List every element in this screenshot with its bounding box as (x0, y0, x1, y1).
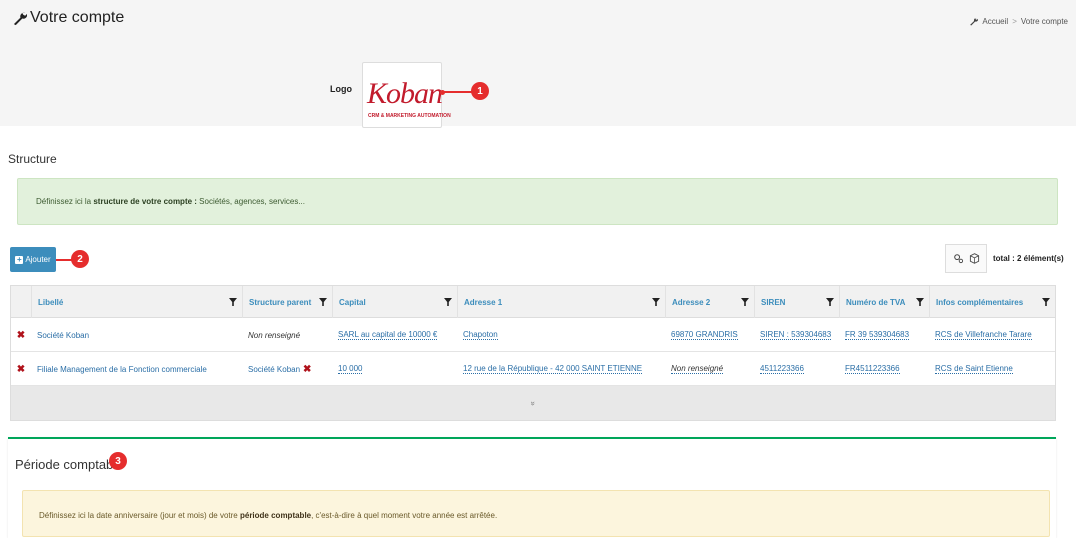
cell-tva[interactable]: FR4511223366 (839, 352, 929, 386)
cell-adresse2[interactable]: Non renseigné (665, 352, 754, 386)
cell-adresse1[interactable]: Chapoton (457, 318, 665, 352)
cell-capital[interactable]: 10 000 (332, 352, 457, 386)
table-row: ✖ Société Koban Non renseigné SARL au ca… (11, 318, 1055, 352)
cell-infos[interactable]: RCS de Saint Etienne (929, 352, 1055, 386)
structure-info-alert: Définissez ici la structure de votre com… (17, 178, 1058, 225)
breadcrumb-home-link[interactable]: Accueil (982, 17, 1008, 26)
column-header-parent[interactable]: Structure parent (242, 286, 332, 318)
gears-icon[interactable] (953, 253, 964, 264)
column-header-tva[interactable]: Numéro de TVA (839, 286, 929, 318)
table-row: ✖ Filiale Management de la Fonction comm… (11, 352, 1055, 386)
wrench-icon (970, 18, 979, 26)
filter-icon[interactable] (1042, 298, 1050, 306)
callout-2: 2 (71, 250, 89, 268)
filter-icon[interactable] (652, 298, 660, 306)
breadcrumb-separator: > (1012, 17, 1017, 26)
cell-siren[interactable]: SIREN : 539304683 (754, 318, 839, 352)
periode-panel: Période comptable Définissez ici la date… (8, 437, 1056, 538)
column-header-capital[interactable]: Capital (332, 286, 457, 318)
cell-libelle[interactable]: Filiale Management de la Fonction commer… (31, 352, 242, 386)
filter-icon[interactable] (319, 298, 327, 306)
cell-parent[interactable]: Non renseigné (242, 318, 332, 352)
plus-icon: + (15, 254, 24, 264)
page-header: Votre compte Accueil > Votre compte (0, 0, 1076, 46)
structure-table: Libellé Structure parent Capital Adresse… (10, 285, 1056, 421)
callout-3: 3 (109, 452, 127, 470)
add-button[interactable]: + Ajouter (10, 247, 56, 272)
grid-tools (945, 244, 987, 273)
wrench-icon (13, 12, 27, 25)
periode-info-alert: Définissez ici la date anniversaire (jou… (22, 490, 1050, 537)
box-icon[interactable] (969, 253, 980, 264)
filter-icon[interactable] (741, 298, 749, 306)
cell-siren[interactable]: 4511223366 (754, 352, 839, 386)
column-header-libelle[interactable]: Libellé (31, 286, 242, 318)
filter-icon[interactable] (916, 298, 924, 306)
cell-parent[interactable]: Société Koban ✖ (242, 352, 332, 386)
page-title: Votre compte (12, 9, 124, 27)
cell-tva[interactable]: FR 39 539304683 (839, 318, 929, 352)
column-header-infos[interactable]: Infos complémentaires (929, 286, 1055, 318)
column-header-adresse2[interactable]: Adresse 2 (665, 286, 754, 318)
structure-info-text: Définissez ici la structure de votre com… (36, 197, 305, 206)
logo-brand: Koban (367, 77, 443, 110)
structure-title: Structure (8, 152, 57, 166)
cell-adresse1[interactable]: 12 rue de la République - 42 000 SAINT E… (457, 352, 665, 386)
cell-adresse2[interactable]: 69870 GRANDRIS (665, 318, 754, 352)
logo-upload[interactable]: Koban CRM & MARKETING AUTOMATION (362, 62, 451, 128)
logo-label: Logo (330, 84, 352, 94)
callout-line (443, 91, 473, 93)
expand-button[interactable]: » (11, 386, 1055, 420)
expand-icon: » (528, 400, 538, 406)
column-header-adresse1[interactable]: Adresse 1 (457, 286, 665, 318)
periode-info-text: Définissez ici la date anniversaire (jou… (39, 511, 498, 520)
page-title-text: Votre compte (30, 9, 125, 26)
filter-icon[interactable] (444, 298, 452, 306)
callout-line (56, 259, 72, 261)
cell-libelle[interactable]: Société Koban (31, 318, 242, 352)
filter-icon[interactable] (826, 298, 834, 306)
total-count: total : 2 élément(s) (993, 254, 1064, 263)
breadcrumb: Accueil > Votre compte (969, 17, 1068, 26)
cell-capital[interactable]: SARL au capital de 10000 € (332, 318, 457, 352)
delete-icon[interactable]: ✖ (11, 318, 31, 352)
column-header-siren[interactable]: SIREN (754, 286, 839, 318)
logo-section (0, 46, 1076, 126)
periode-title: Période comptable (15, 457, 124, 472)
table-header: Libellé Structure parent Capital Adresse… (11, 286, 1055, 318)
add-button-label: Ajouter (25, 255, 51, 264)
delete-icon[interactable]: ✖ (303, 364, 311, 375)
callout-1: 1 (471, 82, 489, 100)
filter-icon[interactable] (229, 298, 237, 306)
logo-tagline: CRM & MARKETING AUTOMATION (368, 113, 451, 119)
delete-icon[interactable]: ✖ (11, 352, 31, 386)
cell-infos[interactable]: RCS de Villefranche Tarare (929, 318, 1055, 352)
breadcrumb-current: Votre compte (1020, 17, 1068, 26)
